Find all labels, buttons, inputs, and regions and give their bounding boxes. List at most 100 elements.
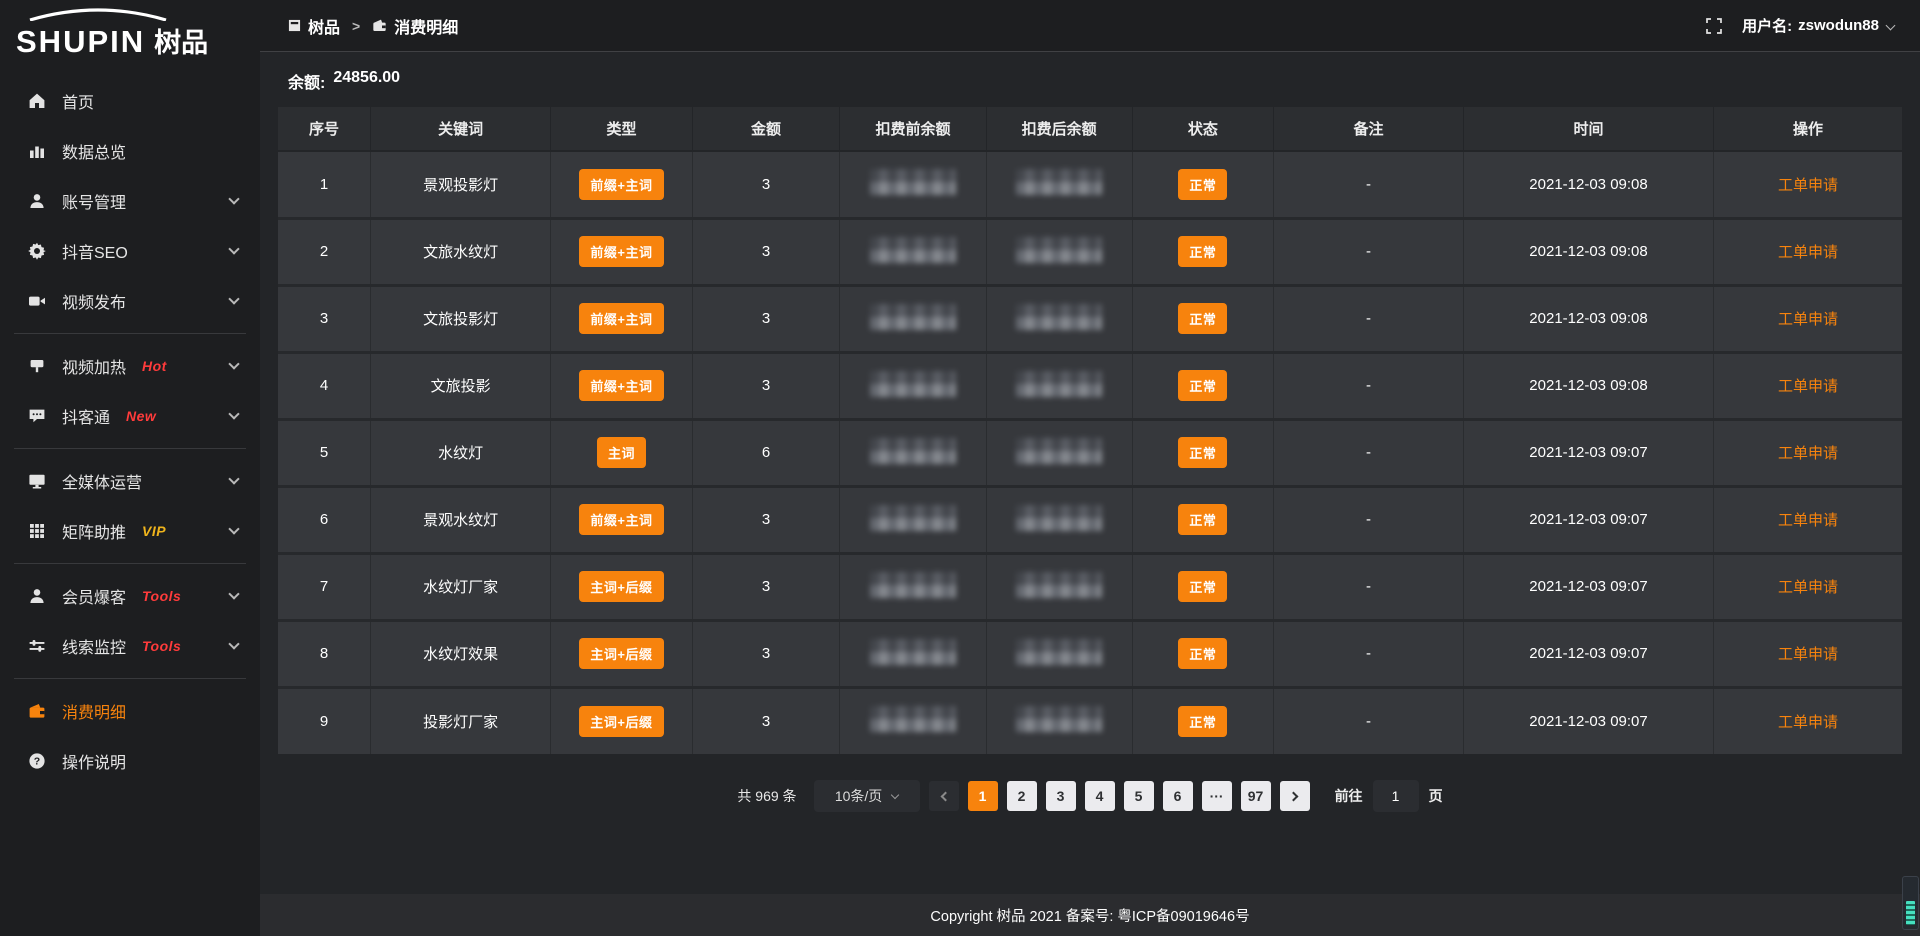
- sidebar-item-home[interactable]: 首页: [0, 76, 260, 126]
- chevron-right-icon: [1288, 791, 1298, 801]
- ticket-request-link[interactable]: 工单申请: [1778, 378, 1838, 395]
- chevron-down-icon: [228, 638, 239, 649]
- balance-before-redacted: [870, 706, 956, 732]
- balance-label: 余额:: [288, 69, 325, 93]
- ticket-request-link[interactable]: 工单申请: [1778, 311, 1838, 328]
- chevron-down-icon: [228, 193, 239, 204]
- chevron-down-icon: [228, 588, 239, 599]
- column-header: 扣费前余额: [840, 107, 986, 151]
- time-cell: 2021-12-03 09:07: [1463, 419, 1713, 486]
- logo-text-cn: 树品: [154, 21, 208, 60]
- amount-cell: 3: [692, 218, 840, 285]
- breadcrumb-current[interactable]: 消费明细: [372, 14, 458, 38]
- breadcrumb-root-label: 树品: [308, 14, 340, 38]
- type-badge: 前缀+主词: [579, 504, 663, 535]
- chevron-down-icon: [228, 408, 239, 419]
- table-header-row: 序号 关键词 类型 金额 扣费前余额 扣费后余额 状态 备注 时间 操作: [278, 107, 1902, 151]
- time-cell: 2021-12-03 09:08: [1463, 151, 1713, 218]
- balance-before-redacted: [870, 639, 956, 665]
- balance-after-redacted: [1016, 505, 1102, 531]
- ticket-request-link[interactable]: 工单申请: [1778, 512, 1838, 529]
- note-cell: -: [1273, 687, 1463, 754]
- prev-page-button[interactable]: [929, 781, 959, 811]
- status-badge: 正常: [1178, 370, 1227, 401]
- balance-before-redacted: [870, 438, 956, 464]
- gear-icon: [27, 242, 47, 260]
- sidebar-item-data-overview[interactable]: 数据总览: [0, 126, 260, 176]
- breadcrumb-root[interactable]: 树品: [288, 14, 340, 38]
- sidebar-item-video-heat[interactable]: 视频加热 Hot: [0, 341, 260, 391]
- ticket-request-link[interactable]: 工单申请: [1778, 646, 1838, 663]
- table-row: 5 水纹灯 主词 6 正常 - 2021-12-03 09:07 工单申请: [278, 419, 1902, 486]
- ticket-request-link[interactable]: 工单申请: [1778, 714, 1838, 731]
- goto-page-input[interactable]: [1373, 780, 1419, 812]
- user-icon: [27, 192, 47, 210]
- page-button-5[interactable]: 5: [1124, 781, 1154, 811]
- sidebar-item-member-burst[interactable]: 会员爆客 Tools: [0, 571, 260, 621]
- status-badge: 正常: [1178, 571, 1227, 602]
- more-pages-button[interactable]: ···: [1202, 781, 1232, 811]
- next-page-button[interactable]: [1280, 781, 1310, 811]
- fullscreen-icon[interactable]: [1706, 18, 1722, 34]
- page-button-6[interactable]: 6: [1163, 781, 1193, 811]
- balance-after-redacted: [1016, 237, 1102, 263]
- sidebar-item-label: 视频加热: [62, 354, 126, 378]
- consumption-table: 序号 关键词 类型 金额 扣费前余额 扣费后余额 状态 备注 时间 操作 1: [278, 107, 1902, 754]
- ticket-request-link[interactable]: 工单申请: [1778, 244, 1838, 261]
- page-size-select[interactable]: 10条/页: [814, 780, 920, 812]
- sidebar-item-lead-monitor[interactable]: 线索监控 Tools: [0, 621, 260, 671]
- copyright-text: Copyright 树品 2021 备案号: 粤ICP备09019646号: [930, 905, 1249, 926]
- page-button-97[interactable]: 97: [1241, 781, 1271, 811]
- breadcrumb: 树品 > 消费明细: [288, 14, 458, 38]
- note-cell: -: [1273, 486, 1463, 553]
- balance-after-redacted: [1016, 304, 1102, 330]
- sidebar-item-label: 账号管理: [62, 189, 126, 213]
- status-badge: 正常: [1178, 437, 1227, 468]
- member-icon: [27, 587, 47, 605]
- amount-cell: 3: [692, 486, 840, 553]
- ticket-request-link[interactable]: 工单申请: [1778, 579, 1838, 596]
- amount-cell: 3: [692, 687, 840, 754]
- row-index: 7: [278, 553, 371, 620]
- balance-before-redacted: [870, 237, 956, 263]
- type-badge: 前缀+主词: [579, 303, 663, 334]
- column-header: 关键词: [371, 107, 551, 151]
- sidebar-item-douketong[interactable]: 抖客通 New: [0, 391, 260, 441]
- row-index: 8: [278, 620, 371, 687]
- note-cell: -: [1273, 285, 1463, 352]
- amount-cell: 3: [692, 151, 840, 218]
- sidebar-item-all-media[interactable]: 全媒体运营: [0, 456, 260, 506]
- table-row: 3 文旅投影灯 前缀+主词 3 正常 - 2021-12-03 09:08 工单…: [278, 285, 1902, 352]
- corner-widget-stripes: [1906, 901, 1915, 925]
- goto-label: 前往: [1335, 786, 1363, 806]
- keyword-cell: 景观投影灯: [371, 151, 551, 218]
- keyword-cell: 投影灯厂家: [371, 687, 551, 754]
- page-button-1[interactable]: 1: [968, 781, 998, 811]
- ticket-request-link[interactable]: 工单申请: [1778, 177, 1838, 194]
- sidebar-item-instructions[interactable]: ? 操作说明: [0, 736, 260, 786]
- keyword-cell: 水纹灯厂家: [371, 553, 551, 620]
- status-badge: 正常: [1178, 236, 1227, 267]
- corner-widget[interactable]: [1902, 876, 1919, 930]
- page-button-4[interactable]: 4: [1085, 781, 1115, 811]
- balance-after-redacted: [1016, 639, 1102, 665]
- bar-chart-icon: [27, 142, 47, 160]
- page-button-2[interactable]: 2: [1007, 781, 1037, 811]
- chat-bubble-icon: [27, 407, 47, 425]
- page-button-3[interactable]: 3: [1046, 781, 1076, 811]
- sidebar-item-label: 数据总览: [62, 139, 126, 163]
- logo-text-en: SHUPIN: [16, 24, 145, 60]
- sidebar-item-matrix-boost[interactable]: 矩阵助推 VIP: [0, 506, 260, 556]
- sidebar-item-douyin-seo[interactable]: 抖音SEO: [0, 226, 260, 276]
- ticket-request-link[interactable]: 工单申请: [1778, 445, 1838, 462]
- sidebar-item-consumption-detail[interactable]: 消费明细: [0, 686, 260, 736]
- user-menu[interactable]: 用户名: zswodun88: [1742, 15, 1894, 36]
- brand-logo[interactable]: SHUPIN 树品: [0, 0, 260, 62]
- chevron-down-icon: [228, 358, 239, 369]
- type-badge: 主词+后缀: [579, 571, 663, 602]
- sidebar-item-video-publish[interactable]: 视频发布: [0, 276, 260, 326]
- sidebar-item-account-management[interactable]: 账号管理: [0, 176, 260, 226]
- note-cell: -: [1273, 419, 1463, 486]
- chevron-down-icon: [228, 293, 239, 304]
- time-cell: 2021-12-03 09:08: [1463, 352, 1713, 419]
